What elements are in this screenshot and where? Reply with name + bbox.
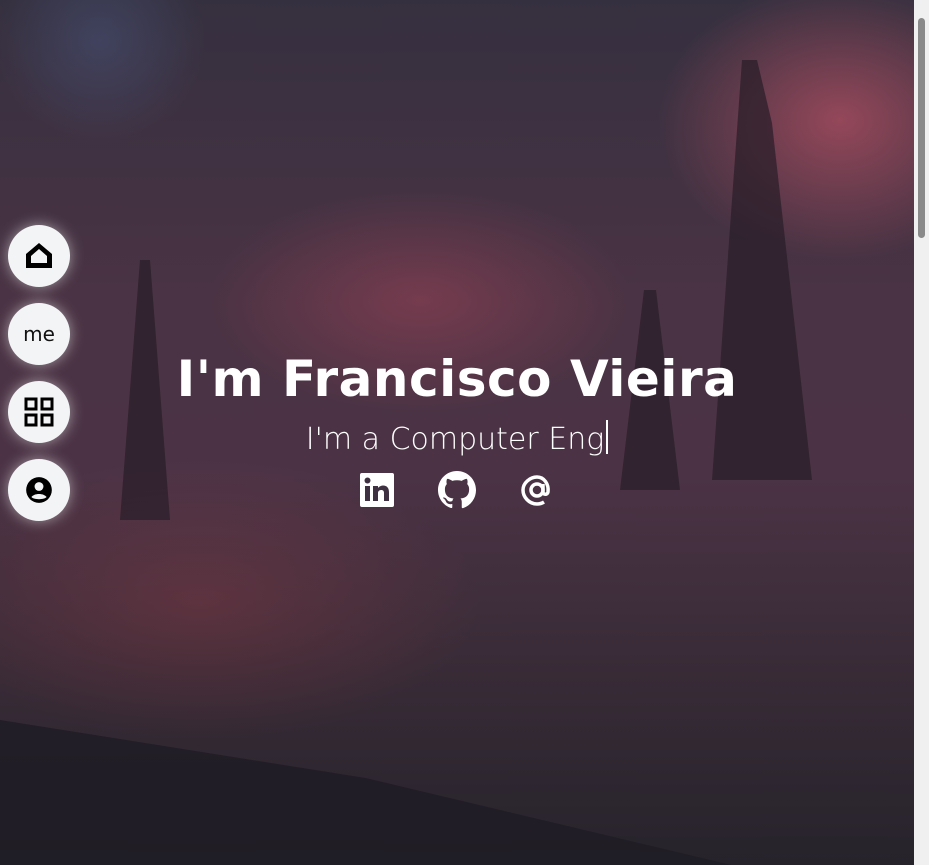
scrollbar-thumb[interactable] xyxy=(918,18,925,238)
typed-text: Computer Eng xyxy=(389,422,605,457)
at-email-icon xyxy=(521,475,550,506)
typing-cursor xyxy=(606,420,609,454)
background-foreground xyxy=(0,720,732,865)
linkedin-icon xyxy=(360,473,394,507)
home-button[interactable] xyxy=(8,225,70,287)
email-link[interactable] xyxy=(518,471,556,509)
github-icon xyxy=(438,471,477,509)
hero: I'm Francisco Vieira I'm a Computer Eng xyxy=(0,350,914,509)
home-icon xyxy=(26,243,52,268)
social-links xyxy=(0,471,914,509)
scrollbar[interactable] xyxy=(914,0,929,865)
hero-title: I'm Francisco Vieira xyxy=(176,350,738,408)
linkedin-link[interactable] xyxy=(358,471,396,509)
github-link[interactable] xyxy=(438,471,477,509)
hero-subtitle: I'm a Computer Eng xyxy=(0,420,914,457)
